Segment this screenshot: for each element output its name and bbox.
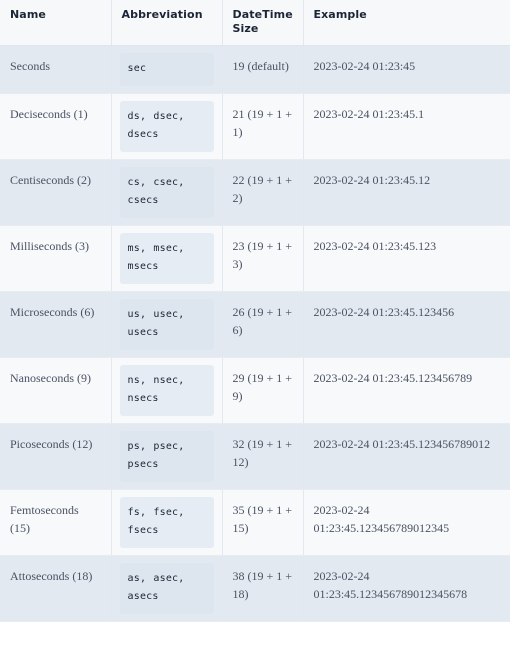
cell-name: Femtoseconds (15) — [0, 489, 112, 556]
cell-abbreviation: fs, fsec, fsecs — [111, 489, 223, 556]
table-row: Seconds sec 19 (default) 2023-02-24 01:23:4… — [0, 45, 510, 94]
table-row: Attoseconds (18) as, asec, asecs 38 (19 + … — [0, 555, 510, 622]
cell-abbreviation: ds, dsec, dsecs — [111, 93, 223, 160]
abbreviation-code: ds, dsec, dsecs — [119, 100, 214, 152]
cell-datetime-size: 22 (19 + 1 + 2) — [222, 159, 304, 226]
cell-name: Microseconds (6) — [0, 291, 112, 358]
cell-name: Milliseconds (3) — [0, 225, 112, 292]
abbreviation-code: ps, psec, psecs — [119, 430, 214, 482]
cell-abbreviation: ns, nsec, nsecs — [111, 357, 223, 424]
column-header-datetime-size: DateTime Size — [222, 0, 304, 47]
cell-datetime-size: 38 (19 + 1 + 18) — [222, 555, 304, 622]
abbreviation-code: sec — [119, 53, 214, 86]
abbreviation-code: fs, fsec, fsecs — [119, 496, 214, 548]
column-header-example: Example — [303, 0, 510, 47]
cell-datetime-size: 29 (19 + 1 + 9) — [222, 357, 304, 424]
cell-example: 2023-02-24 01:23:45.123456789012345 — [303, 489, 510, 556]
abbreviation-code: as, asec, asecs — [119, 562, 214, 614]
table-body: Seconds sec 19 (default) 2023-02-24 01:23:4… — [0, 45, 510, 622]
cell-example: 2023-02-24 01:23:45.1 — [303, 93, 510, 160]
cell-example: 2023-02-24 01:23:45 — [303, 45, 510, 94]
table-row: Picoseconds (12) ps, psec, psecs 32 (19 + … — [0, 423, 510, 490]
cell-abbreviation: us, usec, usecs — [111, 291, 223, 358]
table-header: Name Abbreviation DateTime Size Example — [0, 0, 510, 47]
abbreviation-code: ns, nsec, nsecs — [119, 364, 214, 416]
cell-abbreviation: ms, msec, msecs — [111, 225, 223, 292]
abbreviation-code: us, usec, usecs — [119, 298, 214, 350]
table-scroll-container[interactable]: Name Abbreviation DateTime Size Example … — [0, 0, 510, 658]
table-row: Milliseconds (3) ms, msec, msecs 23 (19 + … — [0, 225, 510, 292]
cell-example: 2023-02-24 01:23:45.123 — [303, 225, 510, 292]
cell-name: Picoseconds (12) — [0, 423, 112, 490]
cell-datetime-size: 21 (19 + 1 + 1) — [222, 93, 304, 160]
cell-abbreviation: ps, psec, psecs — [111, 423, 223, 490]
table-row: Femtoseconds (15) fs, fsec, fsecs 35 (19 +… — [0, 489, 510, 556]
cell-datetime-size: 35 (19 + 1 + 15) — [222, 489, 304, 556]
cell-name: Deciseconds (1) — [0, 93, 112, 160]
column-header-name: Name — [0, 0, 112, 47]
cell-example: 2023-02-24 01:23:45.123456789012 — [303, 423, 510, 490]
cell-name: Centiseconds (2) — [0, 159, 112, 226]
column-header-abbreviation: Abbreviation — [111, 0, 223, 47]
table-header-row: Name Abbreviation DateTime Size Example — [0, 0, 510, 47]
abbreviation-code: ms, msec, msecs — [119, 232, 214, 284]
cell-example: 2023-02-24 01:23:45.12 — [303, 159, 510, 226]
cell-datetime-size: 19 (default) — [222, 45, 304, 94]
table-row: Deciseconds (1) ds, dsec, dsecs 21 (19 + 1… — [0, 93, 510, 160]
cell-abbreviation: cs, csec, csecs — [111, 159, 223, 226]
cell-abbreviation: sec — [111, 45, 223, 94]
cell-abbreviation: as, asec, asecs — [111, 555, 223, 622]
cell-name: Seconds — [0, 45, 112, 94]
table-row: Nanoseconds (9) ns, nsec, nsecs 29 (19 + 1… — [0, 357, 510, 424]
abbreviation-code: cs, csec, csecs — [119, 166, 214, 218]
table-row: Centiseconds (2) cs, csec, csecs 22 (19 + … — [0, 159, 510, 226]
cell-example: 2023-02-24 01:23:45.123456789012345678 — [303, 555, 510, 622]
cell-name: Attoseconds (18) — [0, 555, 112, 622]
cell-datetime-size: 26 (19 + 1 + 6) — [222, 291, 304, 358]
cell-example: 2023-02-24 01:23:45.123456789 — [303, 357, 510, 424]
cell-name: Nanoseconds (9) — [0, 357, 112, 424]
table-row: Microseconds (6) us, usec, usecs 26 (19 + … — [0, 291, 510, 358]
cell-datetime-size: 23 (19 + 1 + 3) — [222, 225, 304, 292]
cell-example: 2023-02-24 01:23:45.123456 — [303, 291, 510, 358]
datetime-precision-table: Name Abbreviation DateTime Size Example … — [0, 0, 510, 622]
cell-datetime-size: 32 (19 + 1 + 12) — [222, 423, 304, 490]
